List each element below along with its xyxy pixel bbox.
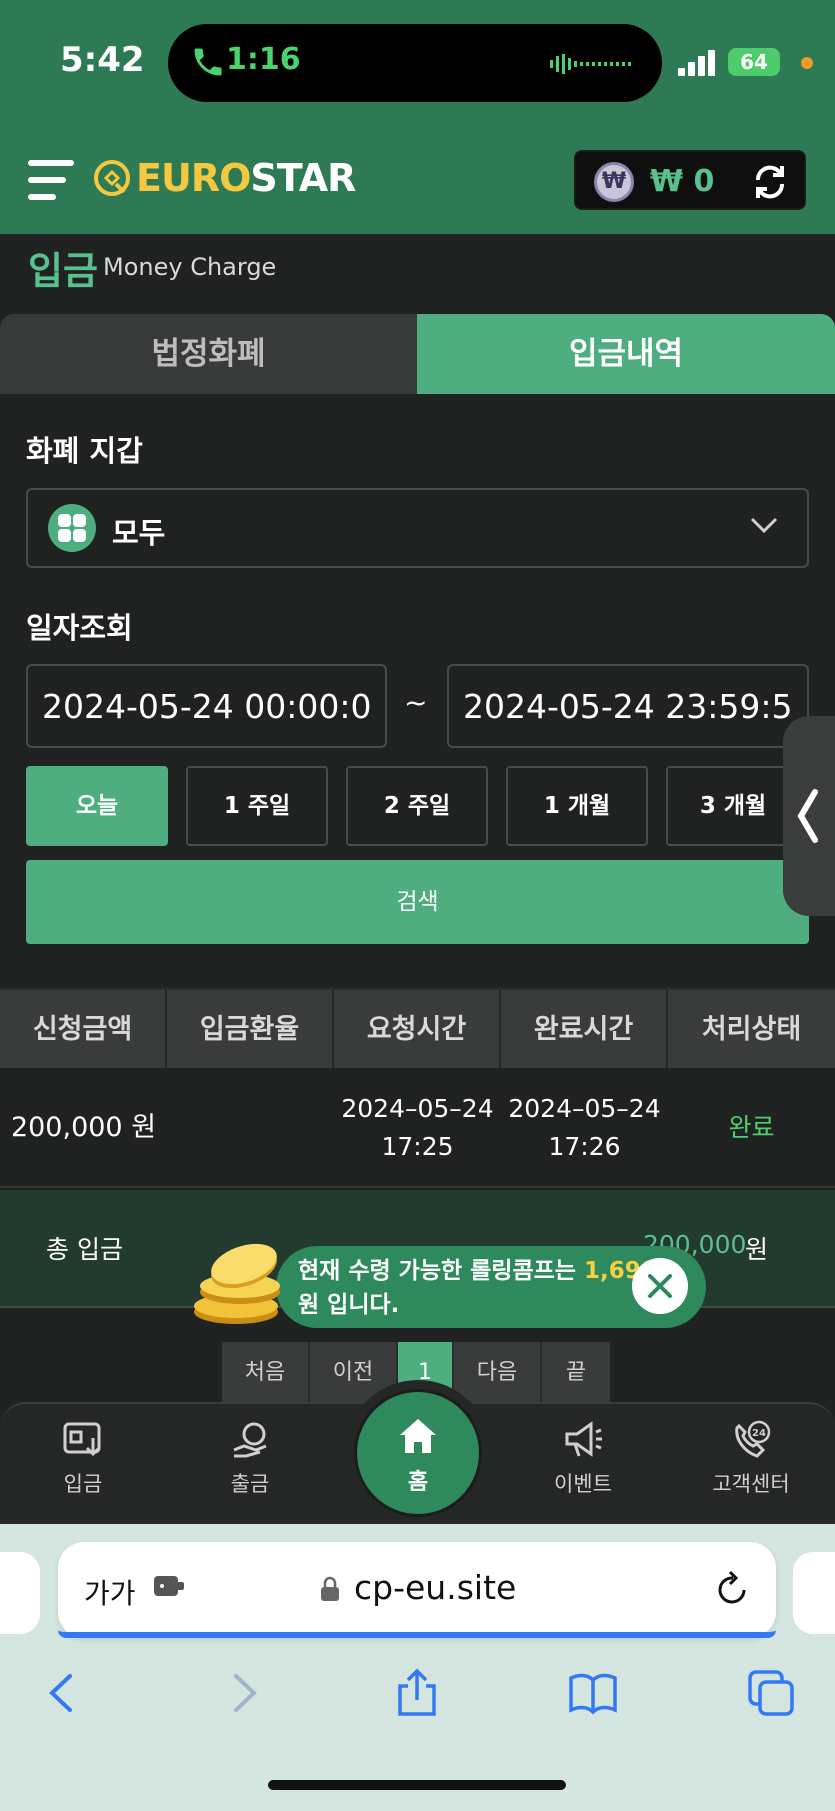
next-tab-peek[interactable] (793, 1552, 835, 1634)
withdraw-icon (233, 1422, 267, 1458)
megaphone-icon (565, 1421, 602, 1457)
deposit-icon (63, 1422, 101, 1457)
requested-time: 2024–05–24 17:25 (334, 1068, 501, 1188)
deposit-rate (167, 1068, 334, 1188)
support-24-icon: 24 (735, 1420, 771, 1458)
search-button[interactable]: 검색 (26, 860, 809, 944)
pager-next[interactable]: 다음 (454, 1342, 542, 1404)
total-label: 총 입금 (46, 1235, 123, 1264)
nav-support-label: 고객센터 (712, 1472, 790, 1496)
rolling-comp-toast: 현재 수령 가능한 롤링콤프는 1,690 원 입니다. (276, 1246, 706, 1328)
wallet-balance[interactable]: ₩ ₩ 0 (574, 150, 806, 210)
date-from-input[interactable] (26, 664, 387, 748)
call-duration: 1:16 (226, 42, 301, 77)
nav-support[interactable]: 24 고객센터 (676, 1404, 826, 1526)
share-icon[interactable] (392, 1668, 442, 1718)
requested-date-text: 2024–05–24 (341, 1094, 494, 1123)
toast-text-before: 현재 수령 가능한 롤링콤프는 (298, 1258, 584, 1284)
gold-coins-icon (194, 1243, 280, 1324)
extension-icon[interactable] (152, 1572, 186, 1600)
date-filter-label: 일자조회 (26, 611, 133, 645)
tabs-icon[interactable] (746, 1668, 796, 1718)
nav-withdraw-label: 출금 (230, 1472, 270, 1496)
nav-home-label: 홈 (407, 1470, 429, 1495)
completed-date-text: 2024–05–24 (508, 1094, 661, 1123)
bookmarks-icon[interactable] (568, 1668, 618, 1718)
chevron-left-icon (797, 789, 818, 843)
status-badge: 완료 (728, 1113, 775, 1142)
forward-icon[interactable] (218, 1668, 268, 1718)
svg-text:24: 24 (752, 1428, 766, 1439)
browser-toolbar: 가가 cp-eu.site (0, 1524, 835, 1811)
toast-text-after: 원 입니다. (298, 1292, 400, 1318)
signal-icon (678, 50, 715, 76)
column-header: 완료시간 (501, 990, 668, 1070)
status-time: 5:42 (60, 40, 145, 80)
period-3month-button[interactable]: 3 개월 (666, 766, 800, 846)
url-text: cp-eu.site (354, 1568, 517, 1607)
logo-prefix: EURO (136, 156, 251, 200)
nav-home[interactable]: 홈 (354, 1389, 482, 1517)
wallet-amount: ₩ 0 (650, 164, 715, 199)
column-header: 신청금액 (0, 990, 167, 1070)
back-icon[interactable] (38, 1668, 88, 1718)
refresh-icon[interactable] (750, 162, 790, 202)
pager-first[interactable]: 처음 (222, 1342, 310, 1404)
previous-tab-peek[interactable] (0, 1552, 40, 1634)
period-2week-button[interactable]: 2 주일 (346, 766, 488, 846)
page-subtitle: Money Charge (103, 253, 277, 281)
close-icon[interactable] (632, 1258, 688, 1314)
period-1week-button[interactable]: 1 주일 (186, 766, 328, 846)
completed-time: 2024–05–24 17:26 (501, 1068, 668, 1188)
privacy-indicator-dot (801, 57, 813, 69)
toast-message: 현재 수령 가능한 롤링콤프는 1,690 원 입니다. (298, 1254, 657, 1322)
home-icon (400, 1419, 436, 1453)
requested-time-text: 17:25 (381, 1132, 454, 1161)
page-settings-button[interactable]: 가가 (84, 1572, 136, 1612)
page-title: 입금 (28, 249, 98, 293)
logo[interactable]: EUROSTAR (136, 156, 356, 200)
dynamic-island-call[interactable]: 1:16 (168, 24, 662, 102)
home-indicator (268, 1780, 566, 1790)
app-header: 5:42 1:16 64 EUROSTAR ₩ ₩ 0 (0, 0, 835, 234)
wallet-select[interactable]: 모두 (26, 488, 809, 568)
period-today-button[interactable]: 오늘 (26, 766, 168, 846)
wallet-filter-label: 화폐 지갑 (26, 434, 143, 468)
nav-events-label: 이벤트 (554, 1472, 612, 1496)
logo-suffix: STAR (250, 156, 356, 200)
nav-events[interactable]: 이벤트 (508, 1404, 658, 1526)
nav-deposit[interactable]: 입금 (8, 1404, 158, 1526)
date-to-input[interactable] (447, 664, 809, 748)
table-row: 200,000 원 2024–05–24 17:25 2024–05–24 17… (0, 1068, 835, 1188)
period-1month-button[interactable]: 1 개월 (506, 766, 648, 846)
completed-time-text: 17:26 (548, 1132, 621, 1161)
column-header: 처리상태 (701, 1014, 802, 1045)
menu-icon[interactable] (28, 158, 74, 202)
grid-icon (48, 504, 96, 552)
logo-icon (94, 160, 130, 196)
reload-icon[interactable] (716, 1570, 750, 1608)
address-bar[interactable]: 가가 cp-eu.site (58, 1542, 776, 1638)
wallet-select-value: 모두 (112, 516, 166, 550)
table-header: 신청금액 입금환율 요청시간 완료시간 처리상태 (0, 988, 835, 1070)
column-header: 요청시간 (334, 990, 501, 1070)
request-amount: 200,000 원 (10, 1112, 157, 1143)
nav-withdraw[interactable]: 출금 (175, 1404, 325, 1526)
deposit-tabs: 법정화폐 입금내역 (0, 314, 835, 394)
battery-icon: 64 (728, 48, 780, 76)
total-unit: 원 (745, 1235, 769, 1264)
chevron-down-icon (750, 517, 778, 534)
nav-deposit-label: 입금 (63, 1472, 103, 1496)
pager-last[interactable]: 끝 (542, 1342, 610, 1404)
audio-wave-icon (550, 54, 631, 74)
tab-deposit-history[interactable]: 입금내역 (417, 314, 835, 394)
phone-icon (194, 48, 222, 76)
lock-icon (321, 1576, 339, 1601)
column-header: 입금환율 (167, 990, 334, 1070)
side-drawer-handle[interactable] (783, 716, 835, 916)
date-separator: ~ (404, 686, 428, 719)
tab-fiat[interactable]: 법정화폐 (0, 314, 417, 394)
won-coin-icon: ₩ (594, 162, 634, 202)
page-load-progress (58, 1630, 776, 1638)
